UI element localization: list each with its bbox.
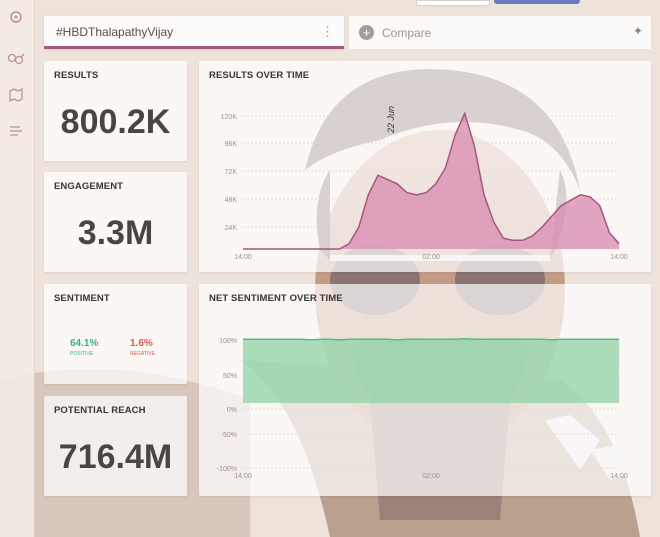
x-tick-label: 14:00 bbox=[234, 254, 252, 261]
search-query-bar[interactable]: #HBDThalapathyVijay ⋮ bbox=[44, 16, 344, 49]
y-tick-label: 0% bbox=[227, 407, 237, 414]
reach-value: 716.4M bbox=[58, 438, 173, 476]
annotation-label: 22 Jun bbox=[386, 106, 396, 134]
results-title: RESULTS bbox=[54, 70, 99, 81]
x-tick-label: 02:00 bbox=[422, 254, 440, 261]
y-tick-label: 100% bbox=[219, 338, 237, 345]
y-tick-label: 24K bbox=[225, 225, 238, 232]
x-tick-label: 14:00 bbox=[610, 254, 628, 261]
results-over-time-chart: 120K 96K 72K 48K 24K 14:00 02:00 14:00 22 Jun bbox=[221, 106, 628, 261]
net-sentiment-over-time-chart: 100%50%0%-50%-100%14:00 02:00 14:00 bbox=[217, 337, 628, 480]
results-over-time-card: RESULTS OVER TIME 120K 96K 72K 48K 24K 14:00 0… bbox=[199, 61, 651, 272]
y-tick-label: 72K bbox=[225, 169, 238, 176]
y-tick-label: 120K bbox=[221, 114, 238, 121]
sparkle-icon[interactable]: ✦ bbox=[633, 24, 643, 38]
compare-bar[interactable]: + Compare ✦ bbox=[349, 16, 651, 49]
search-query-text[interactable]: #HBDThalapathyVijay bbox=[56, 25, 173, 39]
y-tick-label: 50% bbox=[223, 373, 237, 380]
compare-label[interactable]: Compare bbox=[382, 26, 431, 40]
engagement-card: ENGAGEMENT 3.3M bbox=[44, 172, 187, 272]
list-icon[interactable] bbox=[6, 124, 26, 142]
negative-percentage: 1.6% bbox=[130, 338, 153, 349]
reach-title: POTENTIAL REACH bbox=[54, 405, 146, 416]
y-tick-label: 96K bbox=[225, 141, 238, 148]
engagement-title: ENGAGEMENT bbox=[54, 181, 124, 192]
sidebar bbox=[0, 0, 35, 537]
brain-icon[interactable] bbox=[6, 10, 26, 28]
negative-label: NEGATIVE bbox=[130, 351, 155, 357]
results-card: RESULTS 800.2K bbox=[44, 61, 187, 161]
series-area bbox=[243, 113, 619, 250]
x-tick-label: 02:00 bbox=[422, 473, 440, 480]
plus-circle-icon[interactable]: + bbox=[359, 25, 374, 40]
engagement-value: 3.3M bbox=[77, 214, 154, 252]
gender-icon[interactable] bbox=[6, 52, 26, 70]
y-tick-label: 48K bbox=[225, 197, 238, 204]
x-tick-label: 14:00 bbox=[234, 473, 252, 480]
results-value: 800.2K bbox=[60, 103, 171, 141]
map-icon[interactable] bbox=[6, 87, 26, 106]
more-vertical-icon[interactable]: ⋮ bbox=[321, 24, 334, 40]
positive-percentage: 64.1% bbox=[70, 338, 99, 349]
sentiment-card: SENTIMENT 64.1% 1.6% POSITIVE NEGATIVE bbox=[44, 284, 187, 384]
toolbar-button[interactable] bbox=[416, 0, 490, 6]
positive-label: POSITIVE bbox=[70, 351, 94, 357]
series-line bbox=[243, 337, 619, 341]
reach-card: POTENTIAL REACH 716.4M bbox=[44, 396, 187, 496]
toolbar-primary-button[interactable] bbox=[494, 0, 580, 4]
query-active-underline bbox=[44, 46, 344, 49]
y-tick-label: -50% bbox=[221, 432, 237, 439]
y-tick-label: -100% bbox=[217, 466, 237, 473]
sentiment-title: SENTIMENT bbox=[54, 293, 110, 304]
series-area bbox=[243, 338, 619, 403]
net-sentiment-over-time-card: NET SENTIMENT OVER TIME 100% 50% 0% -50% -10… bbox=[199, 284, 651, 496]
x-tick-label: 14:00 bbox=[610, 473, 628, 480]
top-toolbar bbox=[34, 0, 660, 8]
